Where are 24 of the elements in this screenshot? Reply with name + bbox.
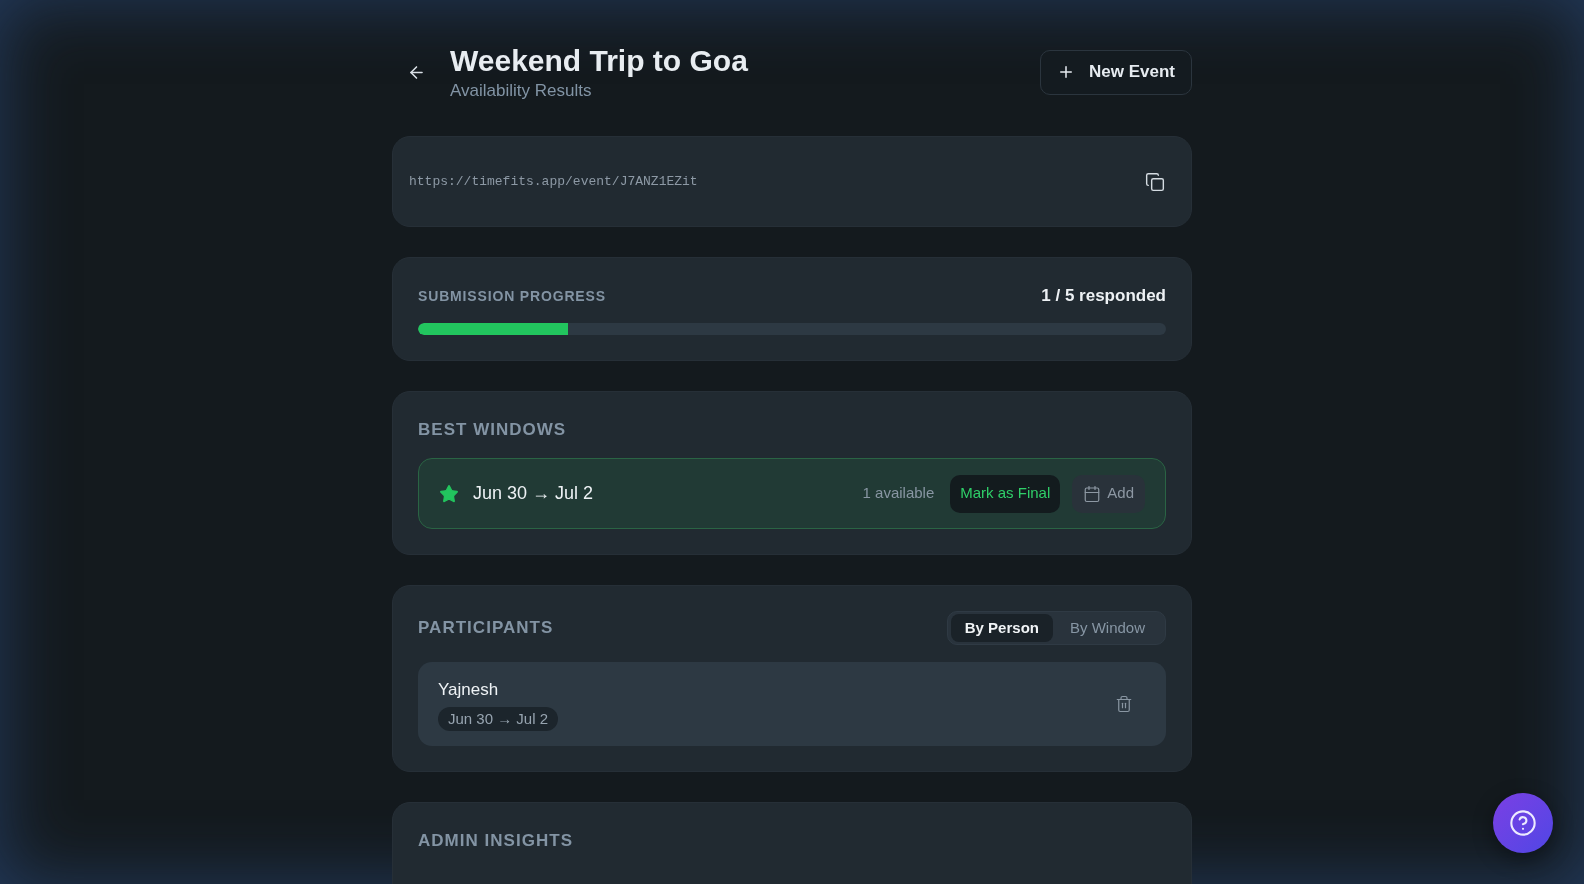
participant-name: Yajnesh [438,679,499,702]
event-title: Weekend Trip to Goa [450,43,748,79]
section-title: PARTICIPANTS [418,617,554,640]
page-subtitle: Availability Results [450,80,593,102]
section-title: ADMIN INSIGHTS [418,830,574,852]
window-date-range: Jun 30 → Jul 2 [473,482,594,505]
date-range-chip: Jun 30 → Jul 2 [438,706,559,731]
availability-count: 1 available [862,483,935,504]
event-link-url: https://timefits.app/event/J7ANZ1EZit [409,172,698,191]
response-count: 1 / 5 responded [1041,285,1166,308]
view-tab[interactable]: By Person [950,614,1053,642]
section-label: SUBMISSION PROGRESS [418,286,606,306]
new-event-button[interactable]: New Event [1040,49,1192,95]
add-to-calendar-button[interactable]: Add [1072,474,1145,513]
trash-icon [1115,695,1133,713]
help-icon [1509,809,1537,837]
star-icon [439,483,459,504]
help-button[interactable] [1493,793,1553,853]
section-title: BEST WINDOWS [418,419,568,441]
copy-icon [1145,171,1165,192]
calendar-icon [1083,484,1102,503]
view-tab[interactable]: By Window [1052,614,1162,642]
mark-final-button[interactable]: Mark as Final [950,474,1061,513]
plus-icon [1057,63,1075,81]
